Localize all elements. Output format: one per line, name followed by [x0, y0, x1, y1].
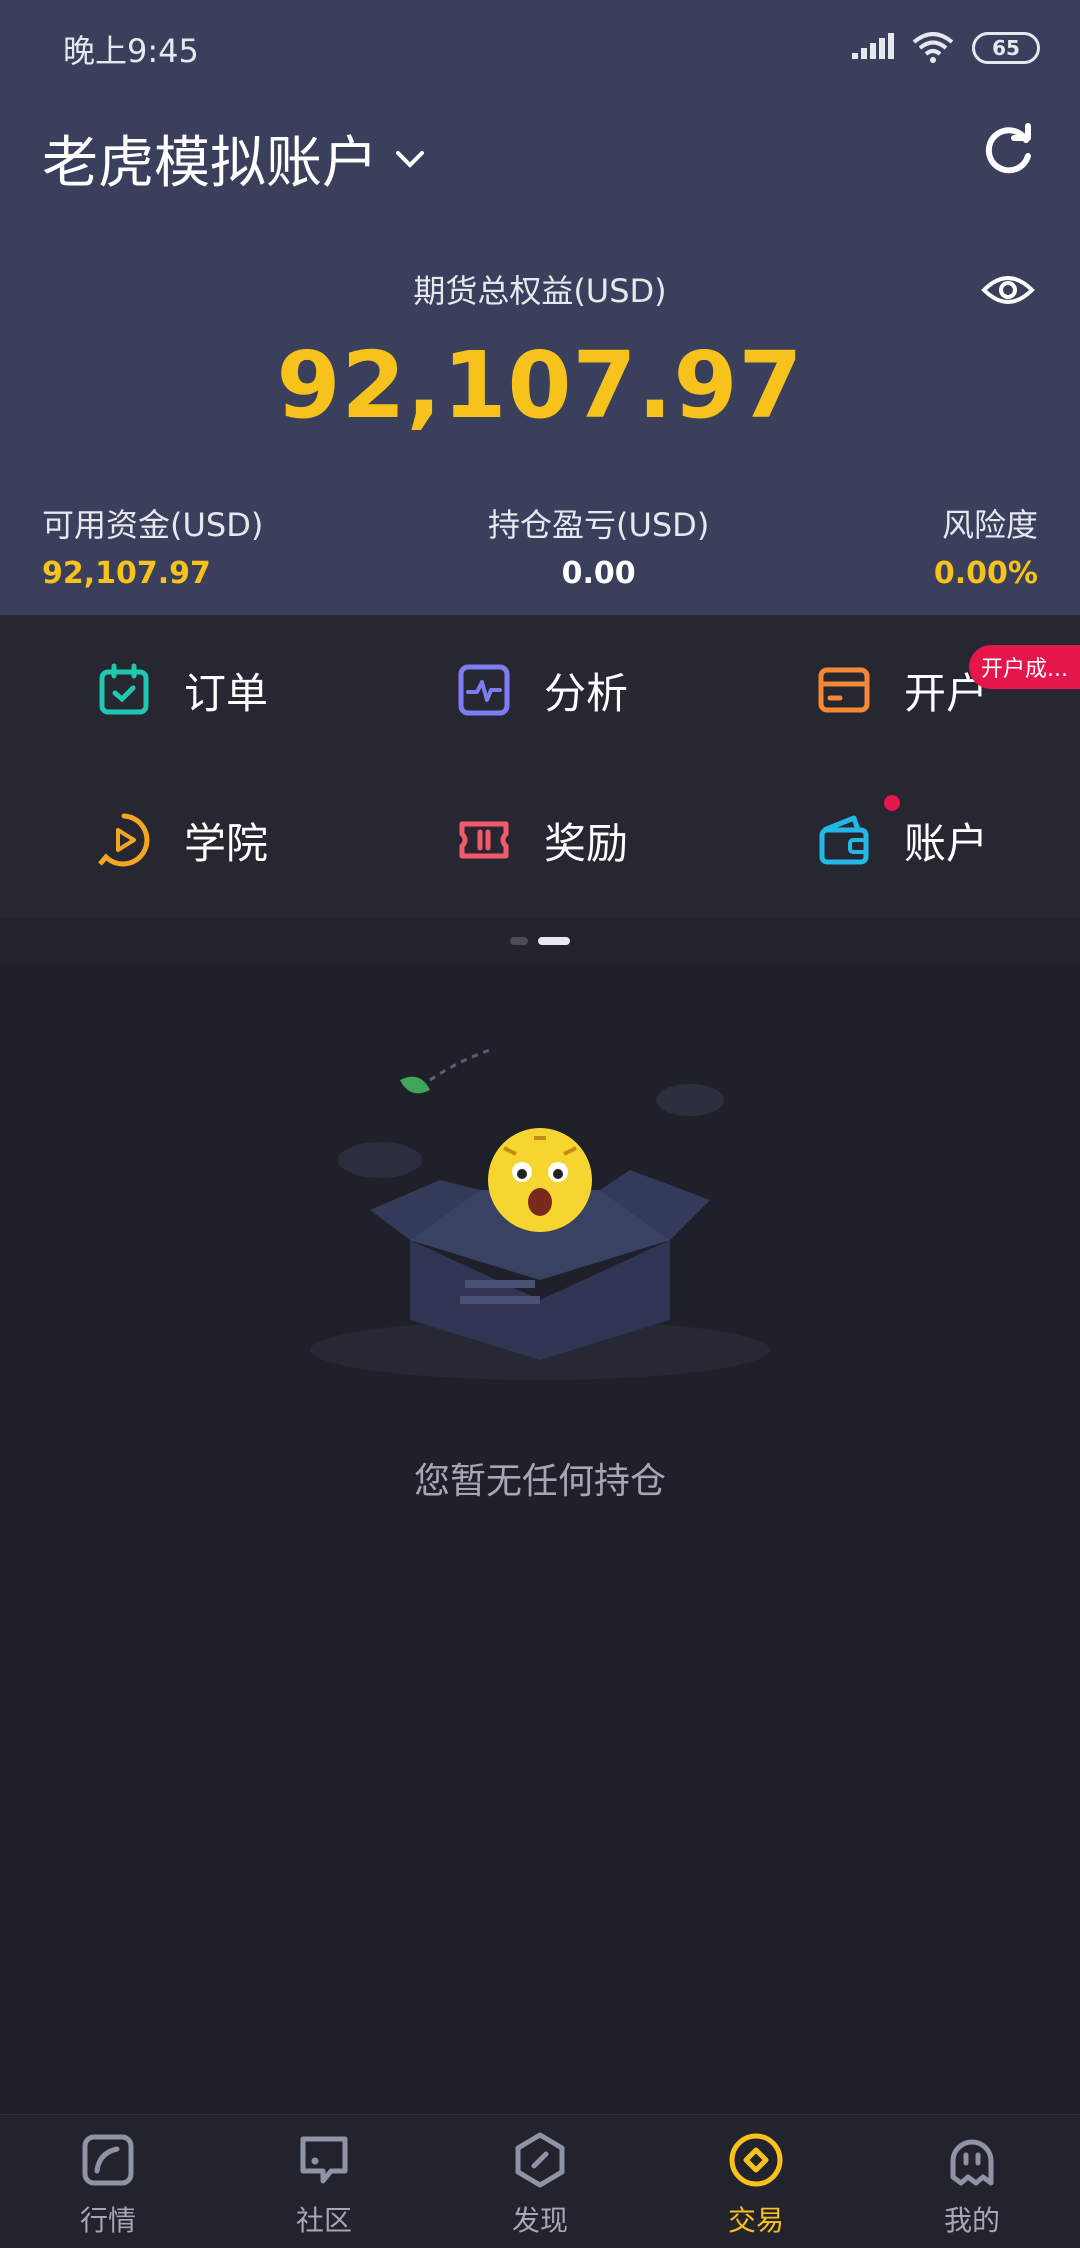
page-dot — [510, 937, 528, 945]
page-indicator — [0, 917, 1080, 965]
status-time: 晚上9:45 — [63, 32, 199, 70]
menu-label: 分析 — [544, 668, 629, 718]
equity-label: 期货总权益(USD) — [413, 272, 667, 310]
menu-item-analysis[interactable]: 分析 — [360, 615, 720, 765]
community-icon — [300, 2136, 348, 2184]
metric-value: 0.00 — [561, 556, 636, 591]
menu-label: 订单 — [184, 668, 269, 718]
wifi-icon — [912, 32, 954, 63]
nav-item-trade[interactable]: 交易 — [648, 2115, 864, 2248]
function-menu: 订单 分析 开户 开户成... 学院 奖励 账户 — [0, 615, 1080, 917]
status-bar: 晚上9:45 65 — [0, 0, 1080, 96]
wallet-icon — [819, 815, 869, 865]
refresh-icon[interactable] — [976, 118, 1040, 182]
account-header: 晚上9:45 65 老虎模拟账户 期货总权益(USD) 92,107.97 可用… — [0, 0, 1080, 615]
signal-icon — [852, 33, 894, 59]
calendar-check-icon — [99, 663, 149, 715]
menu-label: 账户 — [904, 818, 989, 868]
menu-item-account[interactable]: 账户 — [720, 765, 1080, 915]
account-title: 老虎模拟账户 — [42, 131, 378, 196]
profile-icon — [950, 2139, 994, 2186]
empty-state-text: 您暂无任何持仓 — [413, 1461, 666, 1502]
nav-item-community[interactable]: 社区 — [216, 2115, 432, 2248]
menu-item-open-account[interactable]: 开户 开户成... — [720, 615, 1080, 765]
metric-value: 92,107.97 — [42, 556, 211, 591]
empty-box-illustration — [310, 1048, 770, 1380]
account-switcher[interactable]: 老虎模拟账户 — [42, 118, 428, 199]
nav-label: 社区 — [295, 2204, 352, 2237]
menu-label: 学院 — [184, 818, 269, 868]
ticket-icon — [459, 821, 509, 859]
equity-value: 92,107.97 — [276, 332, 804, 439]
nav-item-discover[interactable]: 发现 — [432, 2115, 648, 2248]
page-dot-active — [538, 937, 570, 945]
nav-item-profile[interactable]: 我的 — [864, 2115, 1080, 2248]
nav-label: 我的 — [943, 2204, 1000, 2237]
nav-item-market[interactable]: 行情 — [0, 2115, 216, 2248]
card-icon — [818, 667, 870, 713]
metric-label: 持仓盈亏(USD) — [487, 506, 710, 544]
analysis-icon — [458, 664, 510, 716]
nav-label: 发现 — [511, 2204, 568, 2237]
metric-label: 可用资金(USD) — [42, 506, 264, 544]
position-pnl: 持仓盈亏(USD) 0.00 — [487, 500, 710, 591]
bottom-nav: 行情 社区 发现 交易 我的 — [0, 2114, 1080, 2248]
status-badge: 开户成... — [969, 645, 1080, 689]
trade-icon — [729, 2133, 783, 2187]
menu-item-order[interactable]: 订单 — [0, 615, 360, 765]
battery-indicator: 65 — [972, 32, 1040, 64]
risk-level: 风险度 0.00% — [933, 500, 1038, 591]
metric-value: 0.00% — [933, 556, 1038, 591]
nav-label: 行情 — [79, 2204, 136, 2237]
metric-label: 风险度 — [941, 506, 1038, 544]
play-icon — [98, 813, 150, 867]
available-funds: 可用资金(USD) 92,107.97 — [42, 500, 264, 591]
eye-icon[interactable] — [980, 262, 1036, 318]
market-icon — [82, 2134, 134, 2186]
chevron-down-icon — [396, 150, 424, 168]
menu-item-academy[interactable]: 学院 — [0, 765, 360, 915]
menu-item-reward[interactable]: 奖励 — [360, 765, 900, 915]
account-metrics: 可用资金(USD) 92,107.97 持仓盈亏(USD) 0.00 风险度 0… — [42, 500, 1038, 591]
status-icons: 65 — [852, 28, 1040, 68]
discover-icon — [515, 2132, 565, 2188]
menu-label: 奖励 — [544, 818, 629, 868]
nav-label: 交易 — [727, 2204, 784, 2237]
